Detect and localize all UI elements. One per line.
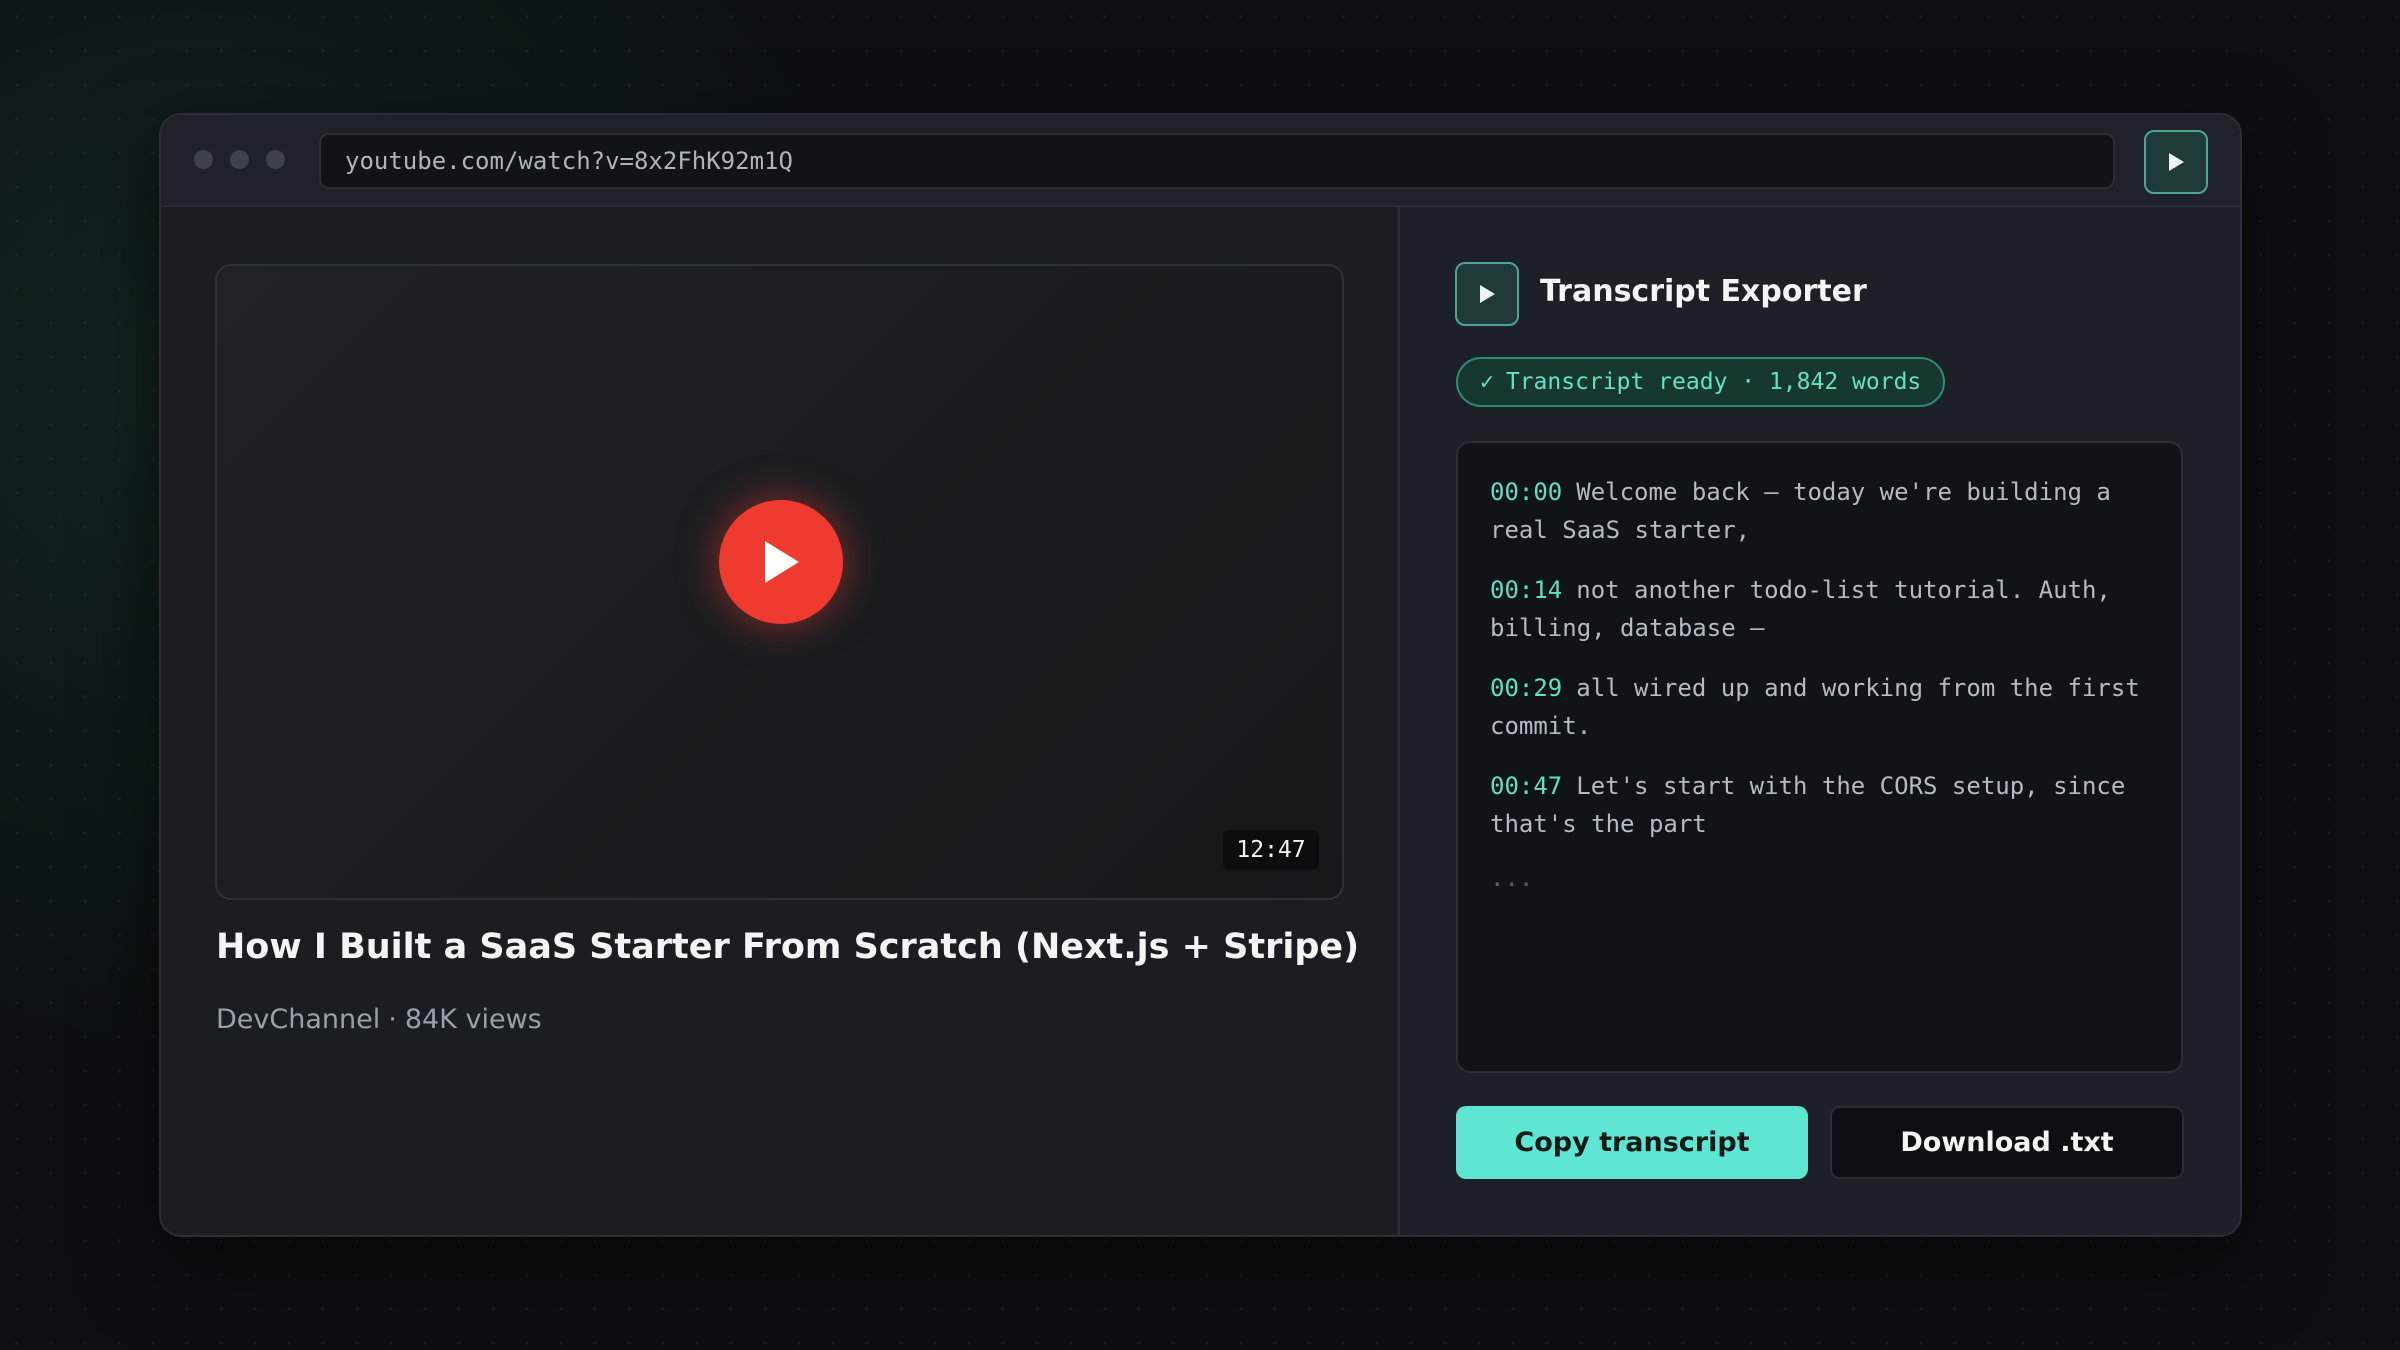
download-txt-button[interactable]: Download .txt [1830, 1106, 2184, 1179]
window-dot-close[interactable] [194, 150, 213, 169]
segment-text: all wired up and working from the first … [1490, 674, 2140, 740]
video-player[interactable]: 12:47 [215, 264, 1344, 900]
channel-name[interactable]: DevChannel [216, 1004, 380, 1035]
check-icon: ✓ [1480, 369, 1494, 395]
meta-separator: · [388, 1004, 397, 1035]
video-title[interactable]: How I Built a SaaS Starter From Scratch … [216, 927, 1376, 967]
play-icon [765, 541, 799, 583]
transcript-box[interactable]: 00:00 Welcome back — today we're building… [1456, 441, 2183, 1073]
segment-text: Let's start with the CORS setup, since t… [1490, 772, 2126, 838]
copy-transcript-button[interactable]: Copy transcript [1456, 1106, 1808, 1179]
segment-text: Welcome back — today we're building a re… [1490, 478, 2111, 544]
transcript-segment: 00:14 not another todo-list tutorial. Aut… [1490, 571, 2149, 647]
play-button[interactable] [719, 500, 843, 624]
status-badge: ✓ Transcript ready · 1,842 words [1456, 357, 1946, 407]
extension-logo [1455, 262, 1519, 326]
transcript-segment: 00:00 Welcome back — today we're building… [1490, 473, 2149, 549]
transcript-ellipsis: ... [1490, 864, 1534, 892]
view-count: 84K views [404, 1004, 542, 1035]
play-icon [1480, 285, 1495, 303]
segment-text: not another todo-list tutorial. Auth, bi… [1490, 576, 2111, 642]
transcript-segment: 00:29 all wired up and working from the f… [1490, 669, 2149, 745]
timestamp[interactable]: 00:14 [1490, 576, 1562, 604]
extension-button[interactable] [2144, 130, 2208, 194]
timestamp[interactable]: 00:00 [1490, 478, 1562, 506]
play-icon [2169, 153, 2184, 171]
transcript-segment: 00:47 Let's start with the CORS setup, si… [1490, 767, 2149, 843]
timestamp[interactable]: 00:29 [1490, 674, 1562, 702]
video-meta: DevChannel · 84K views [216, 1004, 542, 1035]
extension-title: Transcript Exporter [1540, 274, 1867, 309]
status-text: Transcript ready · 1,842 words [1505, 369, 1922, 395]
address-bar[interactable]: youtube.com/watch?v=8x2FhK92m1Q [319, 133, 2115, 189]
browser-titlebar: youtube.com/watch?v=8x2FhK92m1Q [161, 115, 2240, 207]
window-dot-minimize[interactable] [230, 150, 249, 169]
window-dot-maximize[interactable] [266, 150, 285, 169]
timestamp[interactable]: 00:47 [1490, 772, 1562, 800]
video-duration-badge: 12:47 [1223, 830, 1319, 870]
